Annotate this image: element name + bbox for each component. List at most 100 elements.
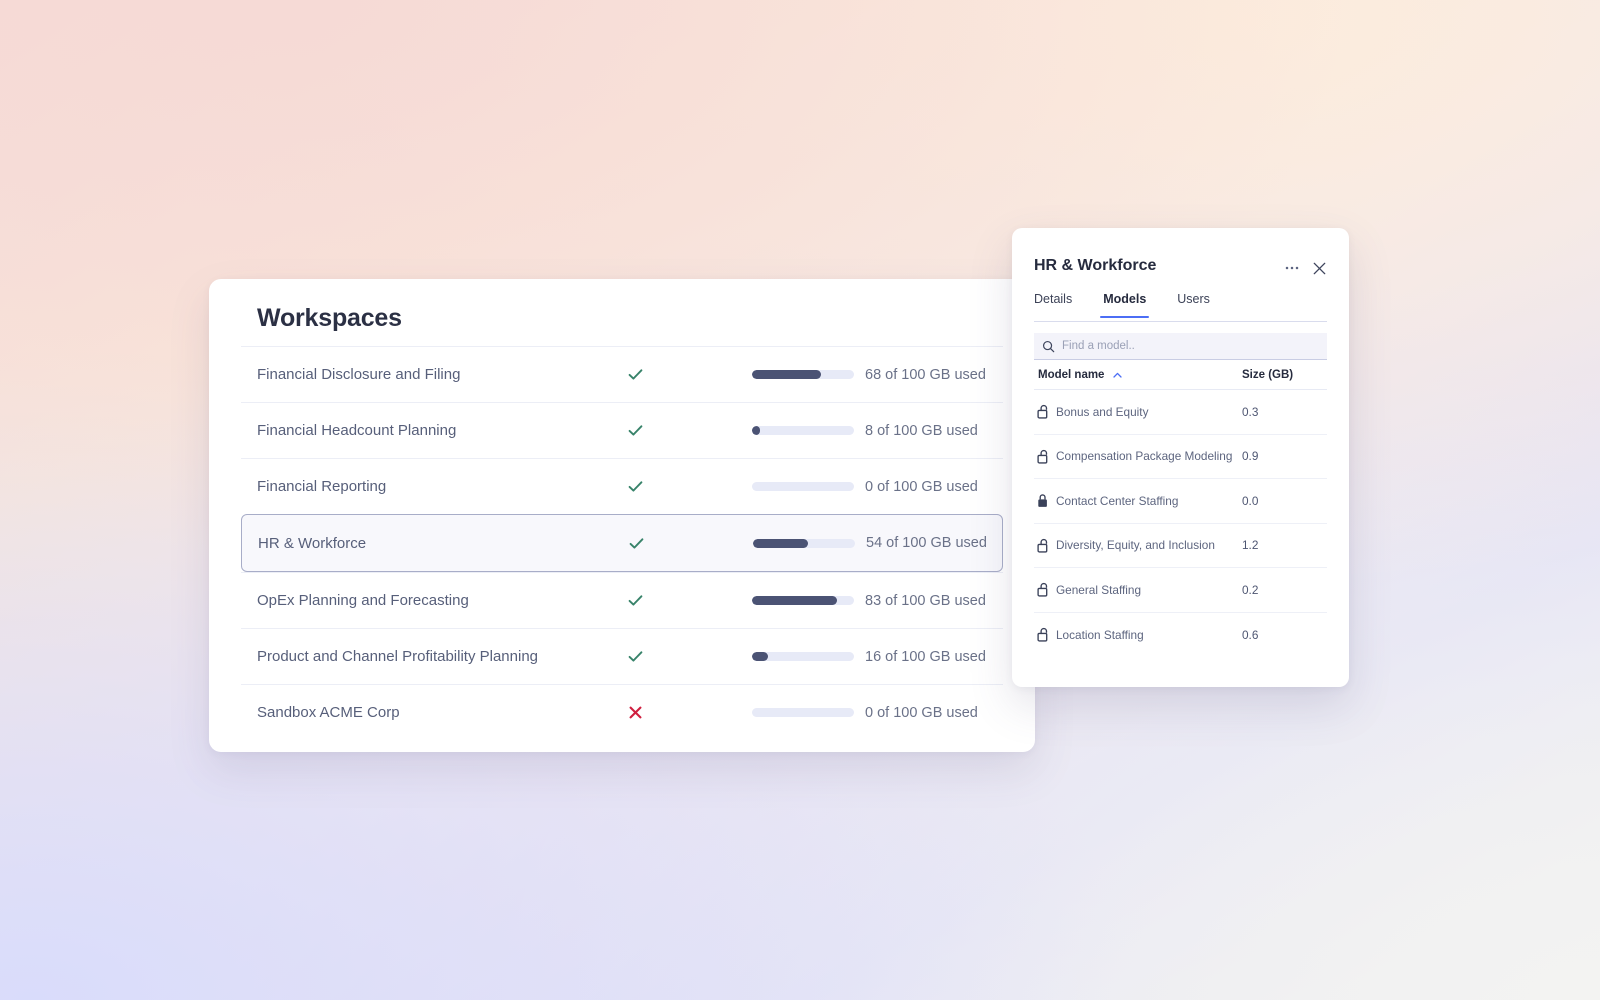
storage-progress-fill bbox=[752, 426, 760, 435]
storage-progress-bar bbox=[752, 652, 854, 661]
workspace-status-icon bbox=[623, 701, 647, 725]
check-icon bbox=[627, 592, 644, 609]
model-row[interactable]: General Staffing0.2 bbox=[1034, 568, 1327, 613]
search-input[interactable] bbox=[1062, 340, 1292, 352]
model-row[interactable]: Bonus and Equity0.3 bbox=[1034, 390, 1327, 435]
storage-progress-bar bbox=[752, 596, 854, 605]
model-name: Compensation Package Modeling bbox=[1056, 449, 1242, 463]
storage-progress-bar bbox=[752, 482, 854, 491]
storage-usage-label: 16 of 100 GB used bbox=[865, 649, 986, 665]
check-icon bbox=[627, 366, 644, 383]
lock-icon bbox=[1034, 493, 1056, 508]
workspace-row[interactable]: Financial Headcount Planning 8 of 100 GB … bbox=[241, 402, 1003, 458]
workspace-detail-panel: HR & Workforce Details Models Users bbox=[1012, 228, 1349, 687]
app-background: Workspaces Financial Disclosure and Fili… bbox=[0, 0, 1600, 1000]
storage-progress-fill bbox=[752, 652, 768, 661]
tab-models[interactable]: Models bbox=[1103, 292, 1146, 317]
model-size: 0.0 bbox=[1242, 494, 1302, 508]
workspaces-card: Workspaces Financial Disclosure and Fili… bbox=[209, 279, 1035, 752]
cross-icon bbox=[628, 705, 643, 720]
unlock-icon bbox=[1034, 627, 1056, 642]
model-name: Location Staffing bbox=[1056, 628, 1242, 642]
panel-title: HR & Workforce bbox=[1034, 257, 1156, 275]
unlock-icon bbox=[1034, 404, 1056, 419]
storage-progress-fill bbox=[752, 370, 821, 379]
storage-progress-bar bbox=[752, 426, 854, 435]
chevron-up-icon bbox=[1113, 372, 1122, 378]
workspace-name: Financial Reporting bbox=[257, 478, 386, 495]
unlock-icon bbox=[1034, 449, 1056, 464]
storage-usage-label: 0 of 100 GB used bbox=[865, 479, 978, 495]
column-header-model-name-label: Model name bbox=[1038, 369, 1104, 381]
close-icon bbox=[1311, 260, 1328, 277]
models-table-body: Bonus and Equity0.3Compensation Package … bbox=[1034, 390, 1327, 657]
model-row[interactable]: Contact Center Staffing0.0 bbox=[1034, 479, 1327, 524]
workspace-name: Financial Headcount Planning bbox=[257, 422, 456, 439]
model-search-field[interactable] bbox=[1034, 333, 1327, 360]
model-row[interactable]: Location Staffing0.6 bbox=[1034, 613, 1327, 658]
workspace-name: OpEx Planning and Forecasting bbox=[257, 592, 469, 609]
model-name: General Staffing bbox=[1056, 583, 1242, 597]
unlock-icon bbox=[1037, 627, 1050, 642]
workspace-row[interactable]: OpEx Planning and Forecasting 83 of 100 G… bbox=[241, 572, 1003, 628]
workspace-name: Financial Disclosure and Filing bbox=[257, 366, 460, 383]
page-title: Workspaces bbox=[257, 304, 402, 333]
workspace-row[interactable]: Financial Reporting 0 of 100 GB used bbox=[241, 458, 1003, 514]
storage-progress-bar bbox=[752, 708, 854, 717]
workspace-row[interactable]: Financial Disclosure and Filing 68 of 100… bbox=[241, 346, 1003, 402]
workspace-status-icon bbox=[623, 363, 647, 387]
lock-icon bbox=[1037, 493, 1050, 508]
model-size: 1.2 bbox=[1242, 538, 1302, 552]
model-size: 0.9 bbox=[1242, 449, 1302, 463]
storage-usage-label: 54 of 100 GB used bbox=[866, 535, 987, 551]
workspace-row[interactable]: Product and Channel Profitability Planni… bbox=[241, 628, 1003, 684]
column-header-model-name[interactable]: Model name bbox=[1034, 369, 1242, 381]
models-table: Model name Size (GB) Bonus and Equity0.3… bbox=[1034, 360, 1327, 657]
workspace-status-icon bbox=[623, 589, 647, 613]
model-size: 0.2 bbox=[1242, 583, 1302, 597]
workspace-status-icon bbox=[623, 645, 647, 669]
check-icon bbox=[627, 422, 644, 439]
check-icon bbox=[627, 478, 644, 495]
models-table-header: Model name Size (GB) bbox=[1034, 360, 1327, 390]
storage-usage-label: 68 of 100 GB used bbox=[865, 367, 986, 383]
unlock-icon bbox=[1037, 449, 1050, 464]
workspace-status-icon bbox=[623, 419, 647, 443]
panel-more-button[interactable] bbox=[1281, 257, 1303, 279]
check-icon bbox=[628, 535, 645, 552]
column-header-size[interactable]: Size (GB) bbox=[1242, 369, 1302, 381]
storage-progress-bar bbox=[753, 539, 855, 548]
search-icon bbox=[1042, 340, 1055, 353]
model-row[interactable]: Compensation Package Modeling0.9 bbox=[1034, 435, 1327, 480]
tab-users[interactable]: Users bbox=[1177, 292, 1210, 317]
storage-usage-label: 8 of 100 GB used bbox=[865, 423, 978, 439]
workspace-name: HR & Workforce bbox=[258, 535, 366, 552]
unlock-icon bbox=[1037, 404, 1050, 419]
workspace-name: Sandbox ACME Corp bbox=[257, 704, 400, 721]
check-icon bbox=[627, 648, 644, 665]
model-row[interactable]: Diversity, Equity, and Inclusion1.2 bbox=[1034, 524, 1327, 569]
workspace-status-icon bbox=[623, 475, 647, 499]
storage-usage-label: 0 of 100 GB used bbox=[865, 705, 978, 721]
model-size: 0.6 bbox=[1242, 628, 1302, 642]
storage-progress-fill bbox=[753, 539, 808, 548]
storage-progress-bar bbox=[752, 370, 854, 379]
workspace-name: Product and Channel Profitability Planni… bbox=[257, 648, 538, 665]
model-name: Bonus and Equity bbox=[1056, 405, 1242, 419]
storage-progress-fill bbox=[752, 596, 837, 605]
workspace-status-icon bbox=[624, 531, 648, 555]
tab-details[interactable]: Details bbox=[1034, 292, 1072, 317]
unlock-icon bbox=[1037, 582, 1050, 597]
ellipsis-icon bbox=[1284, 260, 1300, 276]
panel-tabs: Details Models Users bbox=[1034, 292, 1327, 322]
storage-usage-label: 83 of 100 GB used bbox=[865, 593, 986, 609]
workspace-row[interactable]: Sandbox ACME Corp 0 of 100 GB used bbox=[241, 684, 1003, 740]
workspaces-list: Financial Disclosure and Filing 68 of 100… bbox=[209, 346, 1035, 740]
unlock-icon bbox=[1034, 538, 1056, 553]
workspace-row[interactable]: HR & Workforce 54 of 100 GB used bbox=[241, 514, 1003, 572]
model-size: 0.3 bbox=[1242, 405, 1302, 419]
model-name: Diversity, Equity, and Inclusion bbox=[1056, 538, 1242, 552]
model-name: Contact Center Staffing bbox=[1056, 494, 1242, 508]
unlock-icon bbox=[1034, 582, 1056, 597]
panel-close-button[interactable] bbox=[1308, 257, 1330, 279]
